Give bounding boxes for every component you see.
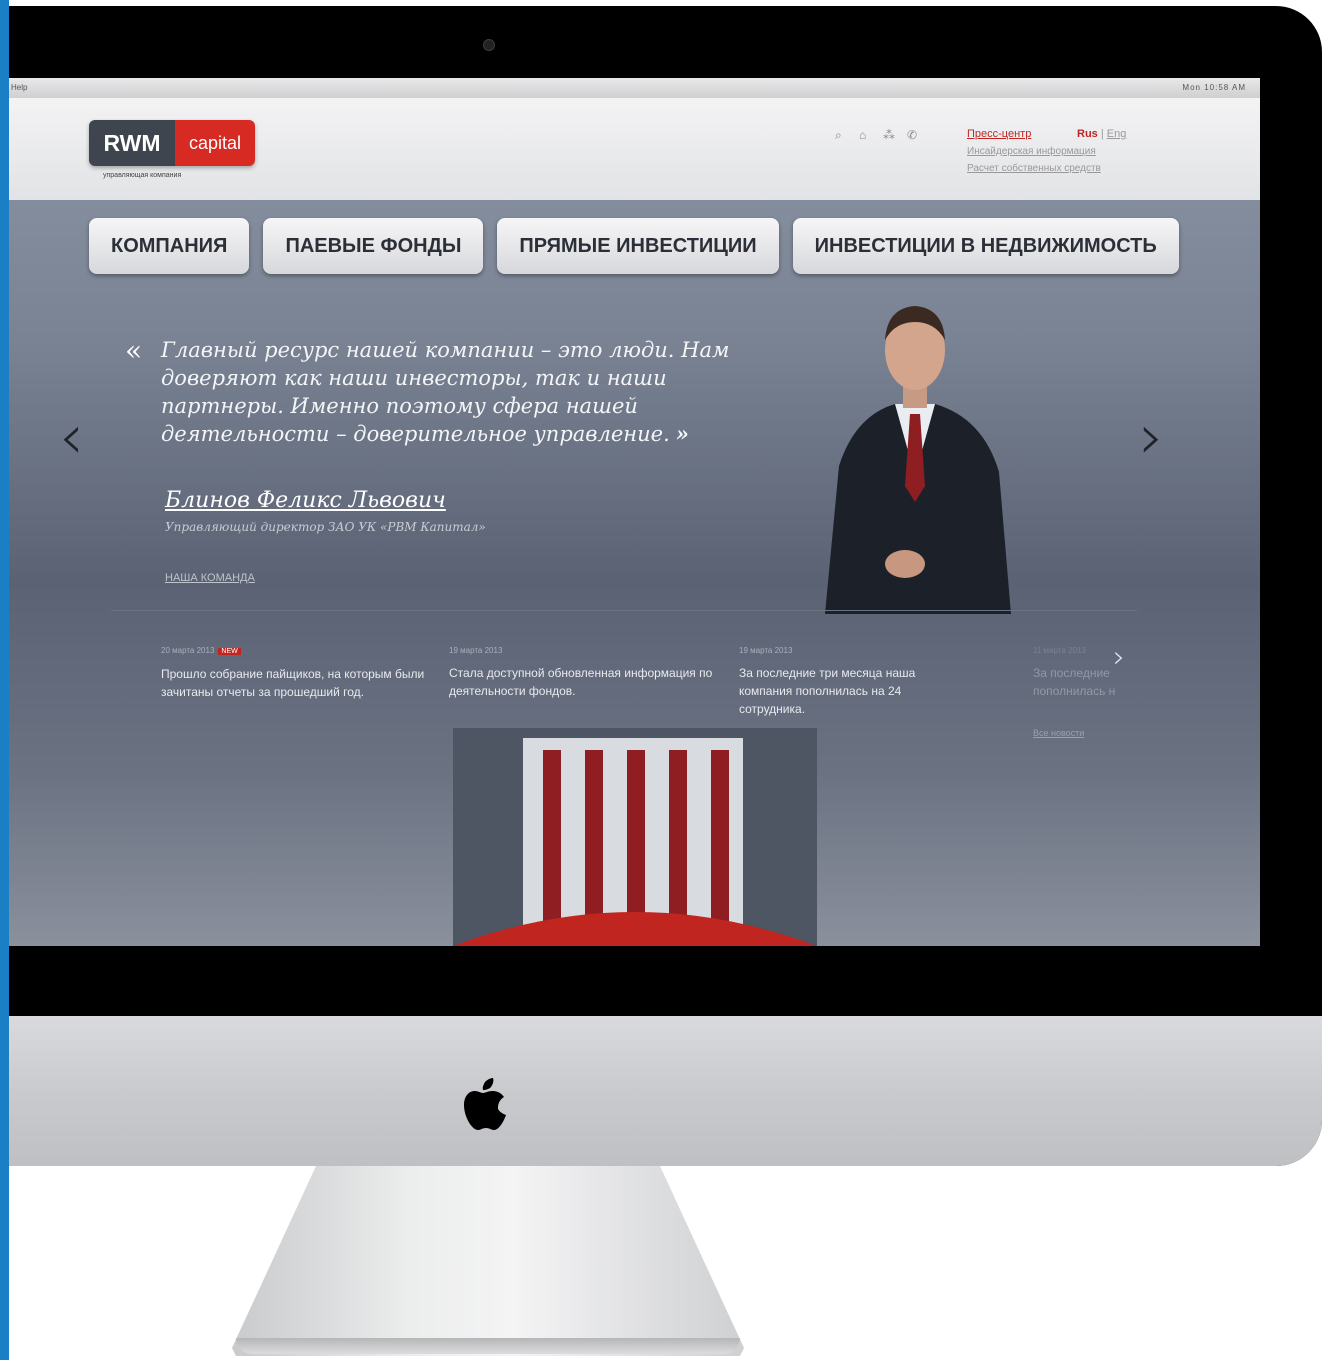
camera-icon	[483, 39, 495, 51]
nav-mutual-funds[interactable]: ПАЕВЫЕ ФОНДЫ	[263, 218, 484, 274]
menubar-clock: Mon 10:58 AM	[1182, 83, 1246, 92]
insider-info-link[interactable]: Инсайдерская информация	[967, 146, 1101, 157]
sitemap-icon[interactable]: ⁂	[883, 128, 897, 142]
quote-close-mark: »	[675, 421, 689, 446]
news-item[interactable]: 19 марта 2013 За последние три месяца на…	[739, 642, 969, 718]
home-icon[interactable]: ⌂	[859, 128, 873, 142]
imac-chin	[9, 1016, 1322, 1166]
quote-text: Главный ресурс нашей компании – это люди…	[161, 338, 730, 446]
lang-separator: |	[1100, 128, 1104, 140]
imac-stand	[232, 1166, 744, 1356]
author-name-link[interactable]: Блинов Феликс Львович	[165, 488, 446, 513]
news-text: За последние три месяца наша компания по…	[739, 666, 916, 716]
imac-monitor: Help Mon 10:58 AM RWM capital управляюща…	[9, 6, 1322, 1166]
slider-quote: Главный ресурс нашей компании – это люди…	[161, 336, 781, 448]
menubar-left[interactable]: Help	[11, 78, 27, 98]
website-screen: Help Mon 10:58 AM RWM capital управляюща…	[9, 78, 1260, 946]
header-links: Пресс-центр Rus | Eng Инсайдерская инфор…	[967, 128, 1126, 174]
nav-real-estate[interactable]: ИНВЕСТИЦИИ В НЕДВИЖИМОСТЬ	[792, 218, 1179, 274]
new-badge: NEW	[218, 648, 241, 655]
lang-eng[interactable]: Eng	[1107, 128, 1127, 140]
own-funds-link[interactable]: Расчет собственных средств	[967, 163, 1101, 174]
phone-icon[interactable]: ✆	[907, 128, 921, 142]
news-date: 20 марта 2013 NEW	[161, 642, 431, 661]
news-text: Стала доступной обновленная информация п…	[449, 666, 713, 698]
news-item[interactable]: 19 марта 2013 Стала доступной обновленна…	[449, 642, 719, 700]
search-icon[interactable]: ⌕	[835, 128, 849, 142]
slider-prev-arrow[interactable]: ‹	[59, 400, 84, 473]
all-news-link[interactable]: Все новости	[1033, 728, 1084, 738]
office-building-image	[453, 728, 817, 946]
apple-logo-icon	[464, 1078, 506, 1130]
our-team-link[interactable]: НАША КОМАНДА	[165, 572, 255, 584]
logo-capital-text: capital	[175, 120, 255, 166]
lang-rus[interactable]: Rus	[1077, 128, 1098, 140]
quote-open-mark: «	[125, 334, 143, 367]
news-item[interactable]: 11 марта 2013 За последние пополнилась н	[1033, 642, 1123, 700]
news-text: За последние пополнилась н	[1033, 666, 1116, 698]
news-date: 19 марта 2013	[739, 646, 793, 655]
site-logo[interactable]: RWM capital	[89, 120, 255, 166]
news-text: Прошло собрание пайщиков, на которым был…	[161, 667, 425, 699]
slider-next-arrow[interactable]: ›	[1139, 400, 1164, 473]
logo-rwm-text: RWM	[89, 120, 175, 166]
mac-menubar: Help Mon 10:58 AM	[9, 78, 1260, 99]
page-edge-strip	[0, 0, 9, 1360]
press-center-link[interactable]: Пресс-центр	[967, 128, 1031, 140]
news-next-arrow[interactable]: ›	[1113, 640, 1125, 675]
main-nav: КОМПАНИЯ ПАЕВЫЕ ФОНДЫ ПРЯМЫЕ ИНВЕСТИЦИИ …	[89, 218, 1179, 274]
logo-tagline: управляющая компания	[103, 172, 182, 179]
news-item[interactable]: 20 марта 2013 NEW Прошло собрание пайщико…	[161, 642, 431, 701]
site-header: RWM capital управляющая компания ⌕ ⌂ ⁂ ✆…	[9, 98, 1260, 200]
news-date: 11 марта 2013	[1033, 646, 1086, 655]
director-portrait	[825, 306, 1011, 614]
nav-direct-investments[interactable]: ПРЯМЫЕ ИНВЕСТИЦИИ	[497, 218, 779, 274]
news-date: 19 марта 2013	[449, 646, 503, 655]
language-switch: Rus | Eng	[1077, 128, 1126, 140]
nav-company[interactable]: КОМПАНИЯ	[89, 218, 250, 274]
header-icons: ⌕ ⌂ ⁂ ✆	[835, 128, 921, 142]
imac-stand-base	[236, 1338, 740, 1354]
author-title: Управляющий директор ЗАО УК «РВМ Капитал…	[165, 520, 486, 534]
news-divider	[111, 610, 1137, 611]
